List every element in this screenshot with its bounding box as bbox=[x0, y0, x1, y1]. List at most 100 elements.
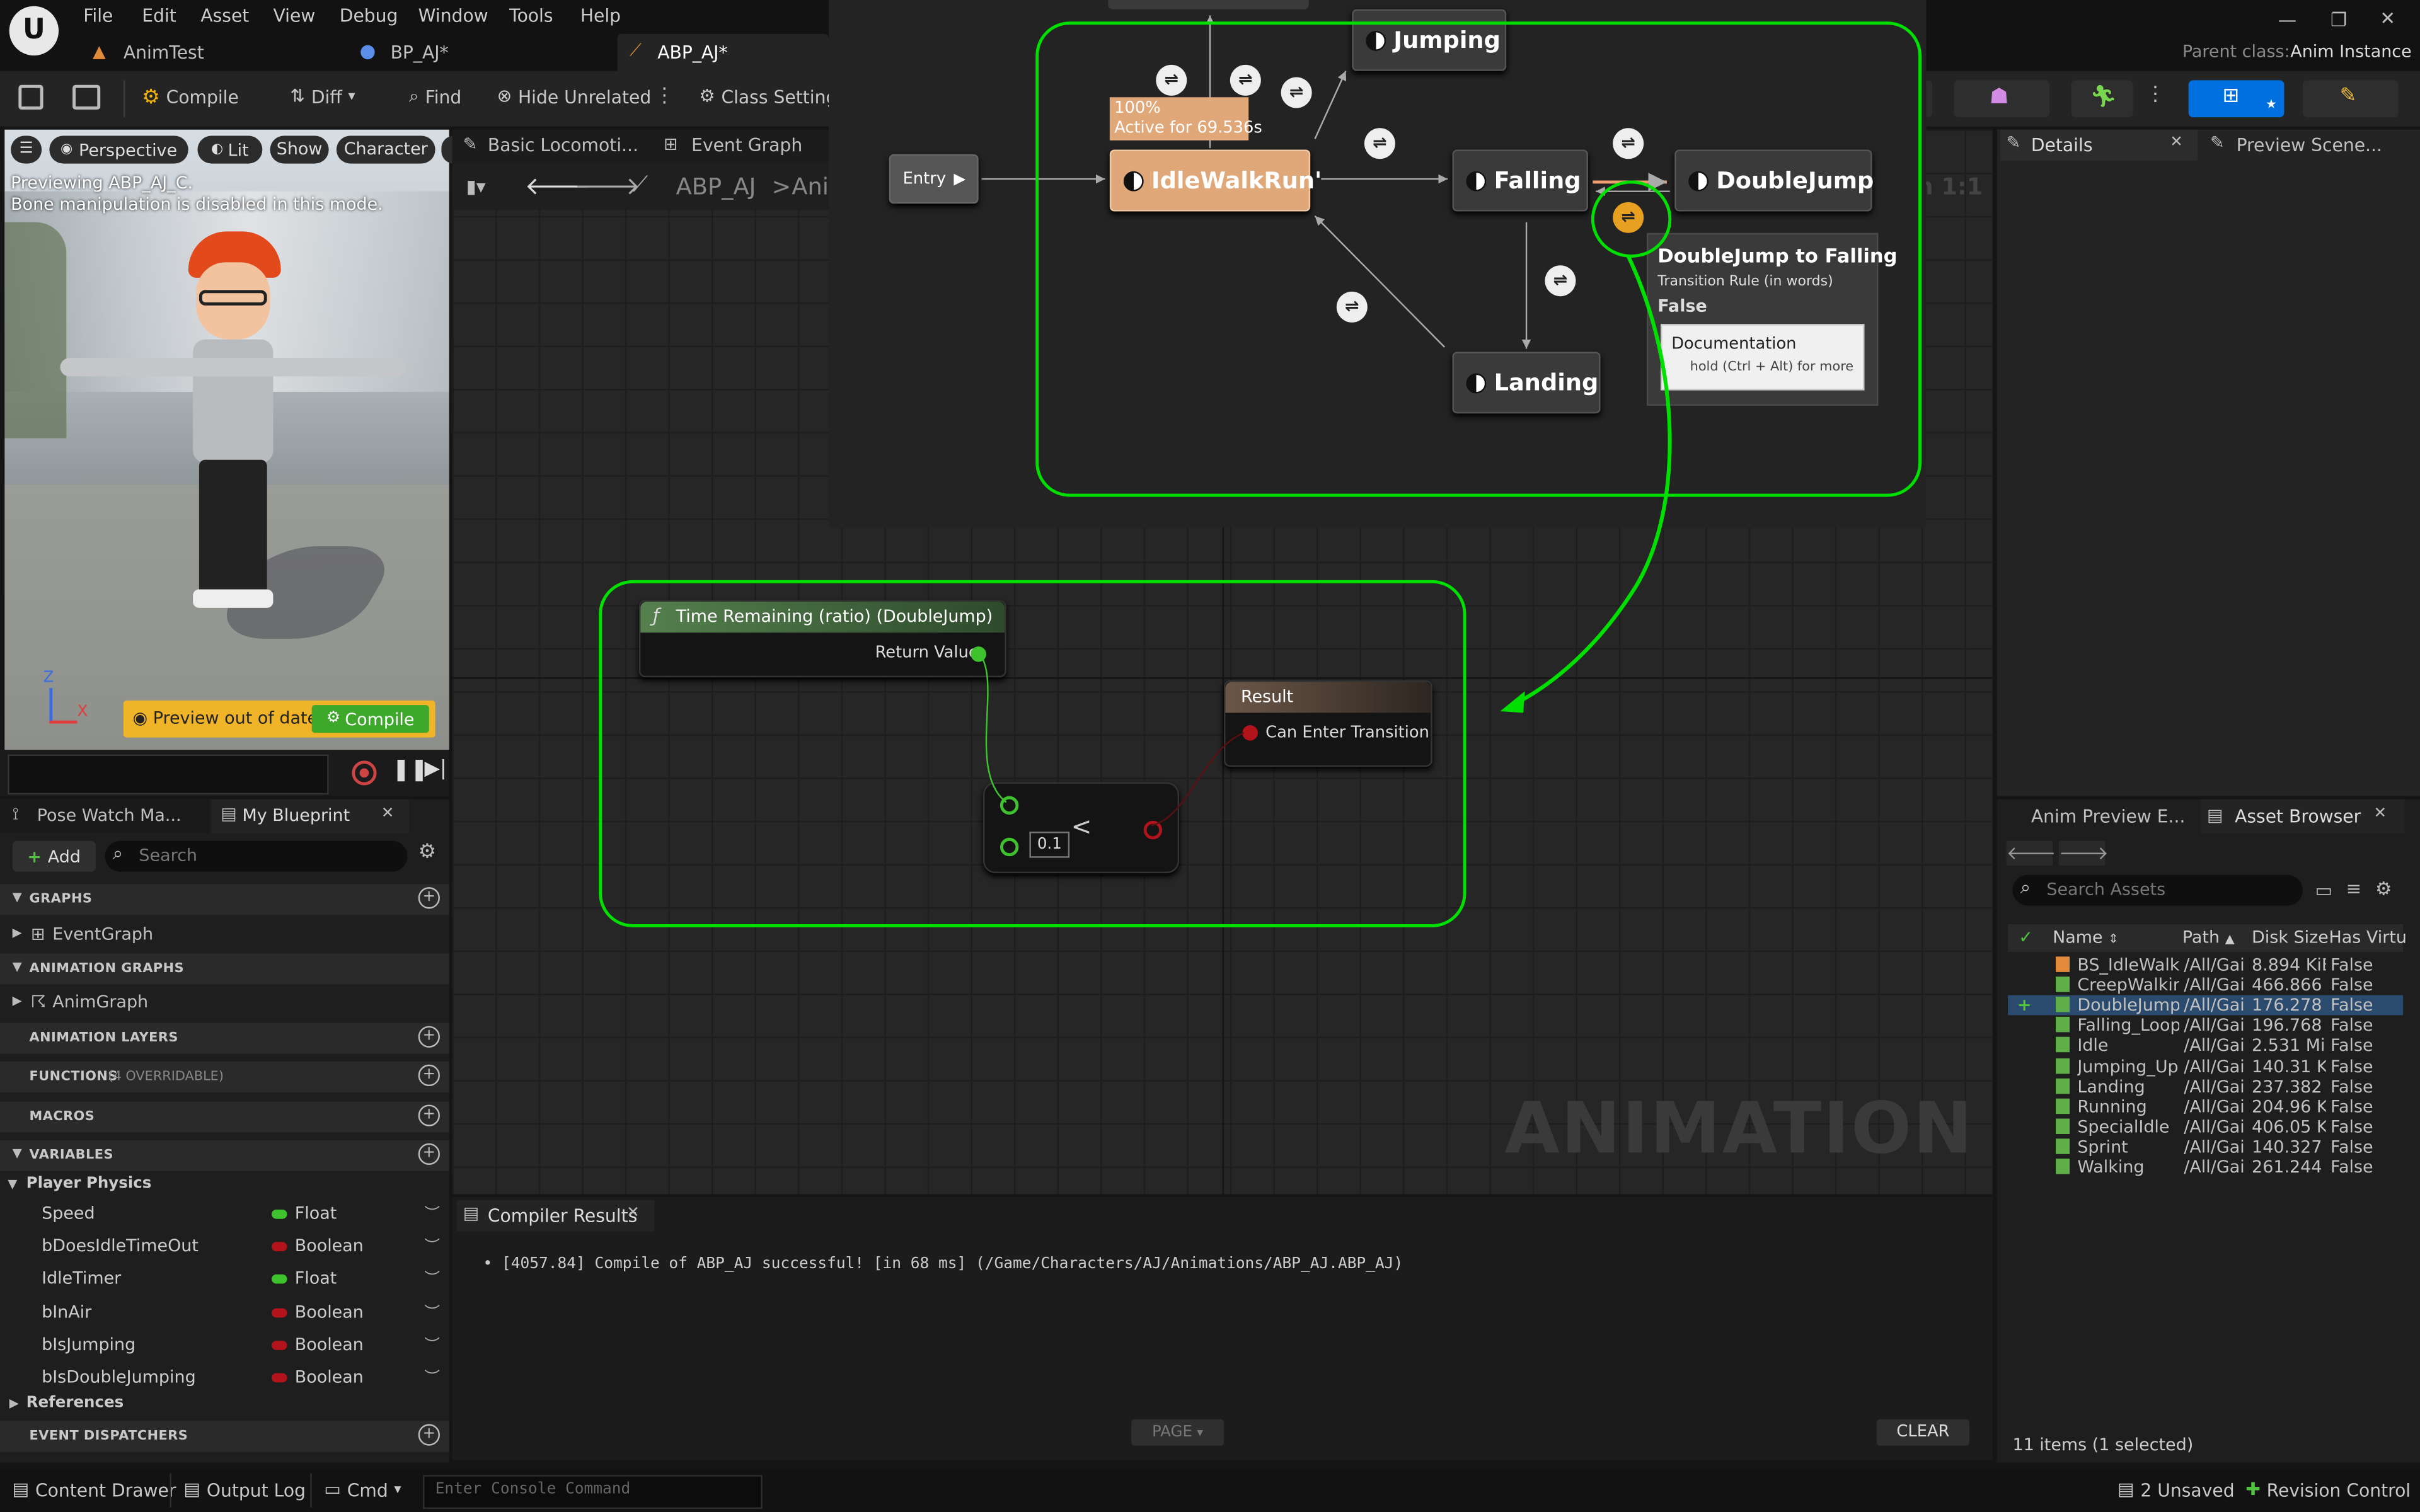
content-drawer-button[interactable]: ▤ Content Drawer bbox=[13, 1480, 176, 1501]
close-icon[interactable]: ✕ bbox=[2380, 8, 2395, 29]
blueprint-search-input[interactable]: ⌕ Search bbox=[105, 840, 408, 872]
result-node[interactable]: Result Can Enter Transition bbox=[1224, 680, 1432, 767]
skeleton-button[interactable]: ☗ bbox=[1954, 80, 2050, 118]
console-input[interactable]: Enter Console Command bbox=[423, 1475, 763, 1509]
tab-asset-browser[interactable]: ▤ Asset Browser ✕ bbox=[2201, 799, 2405, 833]
tab-my-blueprint-close-icon[interactable]: ✕ bbox=[381, 805, 395, 822]
compare-value-field[interactable]: 0.1 bbox=[1029, 832, 1070, 858]
timeline-scrubber[interactable] bbox=[8, 754, 329, 795]
compiler-tab-close-icon[interactable]: ✕ bbox=[626, 1205, 640, 1222]
graphs-header[interactable]: ▼ GRAPHS + bbox=[0, 884, 449, 915]
character-button[interactable]: Character bbox=[336, 135, 435, 164]
forward-arrow-icon[interactable]: 🡒 bbox=[574, 169, 640, 201]
hide-unrelated-button[interactable]: ⊗ Hide Unrelated bbox=[497, 86, 652, 108]
tab-my-blueprint[interactable]: ▤ My Blueprint ✕ bbox=[211, 799, 409, 833]
variable-row[interactable]: Speed Float ︶ bbox=[0, 1199, 447, 1231]
function-node[interactable]: ƒ Time Remaining (ratio) (DoubleJump) Re… bbox=[638, 600, 1006, 678]
browse-icon[interactable] bbox=[72, 84, 101, 110]
col-name[interactable]: Name ⇕ bbox=[2053, 927, 2118, 948]
add-macro-icon[interactable]: + bbox=[418, 1104, 440, 1126]
visibility-icon[interactable]: ︶ bbox=[424, 1233, 439, 1256]
add-variable-icon[interactable]: + bbox=[418, 1143, 440, 1165]
bookmark-icon[interactable]: ▮▾ bbox=[466, 176, 486, 197]
clear-button[interactable]: CLEAR bbox=[1876, 1419, 1969, 1446]
unsaved-indicator[interactable]: ▤ 2 Unsaved bbox=[2118, 1480, 2235, 1501]
visibility-icon[interactable]: ︶ bbox=[424, 1331, 439, 1354]
asset-row[interactable]: Idle/All/Gai 2.531 Mi False bbox=[2008, 1036, 2403, 1056]
unreal-logo[interactable]: U bbox=[9, 6, 59, 56]
variable-row[interactable]: bIsJumping Boolean ︶ bbox=[0, 1330, 447, 1362]
menu-help[interactable]: Help bbox=[580, 4, 621, 26]
settings-gear-icon[interactable]: ⚙ bbox=[418, 842, 437, 862]
viewport-menu-button[interactable]: ☰ bbox=[11, 135, 42, 164]
references-item[interactable]: ▶ References bbox=[0, 1393, 449, 1418]
menu-asset[interactable]: Asset bbox=[200, 4, 249, 26]
asset-row[interactable]: Landing/All/Gai 237.382 False bbox=[2008, 1076, 2403, 1096]
tab-asset-browser-close-icon[interactable]: ✕ bbox=[2374, 805, 2387, 822]
compare-input-pin-b[interactable] bbox=[1000, 837, 1019, 857]
class-settings-button[interactable]: ⚙ Class Setting bbox=[699, 86, 837, 108]
macros-header[interactable]: MACROS + bbox=[0, 1101, 449, 1133]
add-layer-icon[interactable]: + bbox=[418, 1026, 440, 1048]
dispatchers-header[interactable]: EVENT DISPATCHERS + bbox=[0, 1421, 449, 1452]
breadcrumb-child[interactable]: Ani bbox=[792, 173, 829, 200]
asset-row[interactable]: CreepWalking/All/Gai 466.866 False bbox=[2008, 975, 2403, 995]
visibility-icon[interactable]: ︶ bbox=[424, 1364, 439, 1387]
variables-header[interactable]: ▼ VARIABLES + bbox=[0, 1140, 449, 1171]
player-physics-category[interactable]: ▼ Player Physics bbox=[0, 1174, 449, 1199]
tab-details-close-icon[interactable]: ✕ bbox=[2170, 134, 2183, 151]
variable-row[interactable]: IdleTimer Float ︶ bbox=[0, 1264, 447, 1297]
menu-view[interactable]: View bbox=[273, 4, 315, 26]
anim-graphs-header[interactable]: ▼ ANIMATION GRAPHS bbox=[0, 953, 449, 985]
step-forward-icon[interactable]: ▶| bbox=[424, 759, 446, 779]
tab-abp-aj[interactable]: ⟋ ABP_AJ* bbox=[617, 33, 829, 71]
find-button[interactable]: ⌕ Find bbox=[409, 86, 461, 108]
tab-anim-preview[interactable]: Anim Preview E... bbox=[2000, 799, 2198, 833]
revision-control-button[interactable]: ✚ Revision Control bbox=[2245, 1480, 2411, 1501]
diff-button[interactable]: ⇅ Diff ▾ bbox=[290, 86, 355, 108]
tab-basic-locomotion[interactable]: ✎ Basic Locomoti... bbox=[457, 133, 652, 161]
page-button[interactable]: PAGE ▾ bbox=[1131, 1419, 1224, 1446]
lit-button[interactable]: ◐ Lit bbox=[197, 135, 263, 164]
asset-forward-button[interactable]: 🡒 bbox=[2058, 840, 2109, 866]
tab-event-graph[interactable]: ⊞ Event Graph bbox=[664, 133, 818, 161]
asset-row[interactable]: Sprint/All/Gai 140.327 False bbox=[2008, 1137, 2403, 1157]
anim-graph-item[interactable]: ▶ ☈ AnimGraph bbox=[0, 989, 449, 1017]
tab-bp-aj[interactable]: ● BP_AJ* bbox=[347, 37, 609, 71]
blueprint-mode-button[interactable]: ⊞ ★ bbox=[2188, 80, 2285, 118]
variable-row[interactable]: bInAir Boolean ︶ bbox=[0, 1297, 447, 1329]
select-all-icon[interactable]: ✓ bbox=[2019, 927, 2033, 948]
anim-layers-header[interactable]: ANIMATION LAYERS + bbox=[0, 1022, 449, 1054]
perspective-button[interactable]: ◉ Perspective bbox=[49, 135, 188, 164]
animation-mode-button[interactable]: 🏃︎ bbox=[2071, 80, 2133, 118]
add-graph-icon[interactable]: + bbox=[418, 887, 440, 909]
filter-icon[interactable]: ≡ bbox=[2346, 878, 2361, 899]
variable-row[interactable]: bDoesIdleTimeOut Boolean ︶ bbox=[0, 1232, 447, 1264]
col-virtual[interactable]: Has Virtu bbox=[2329, 927, 2407, 948]
folder-icon[interactable]: ▭ bbox=[2315, 879, 2332, 901]
compile-button[interactable]: ⚙ Compile bbox=[142, 86, 239, 108]
add-function-icon[interactable]: + bbox=[418, 1064, 440, 1087]
menu-edit[interactable]: Edit bbox=[142, 4, 176, 26]
asset-back-button[interactable]: 🡐 bbox=[2006, 840, 2056, 866]
entry-node[interactable]: Entry ▶ bbox=[889, 154, 979, 204]
asset-row[interactable]: Running/All/Gai 204.96 K False bbox=[2008, 1096, 2403, 1116]
minimize-icon[interactable]: — bbox=[2278, 9, 2296, 31]
visibility-icon[interactable]: ︶ bbox=[424, 1298, 439, 1322]
parent-class-value[interactable]: Anim Instance bbox=[2290, 42, 2411, 62]
menu-tools[interactable]: Tools bbox=[509, 4, 553, 26]
col-path[interactable]: Path ▲ bbox=[2182, 927, 2235, 948]
more-options-icon[interactable]: ⋮ bbox=[654, 86, 674, 106]
show-button[interactable]: Show bbox=[270, 135, 329, 164]
asset-row[interactable]: BS_IdleWalkI/All/Gai 8.894 KiE False bbox=[2008, 955, 2403, 975]
tab-preview-scene[interactable]: ✎ Preview Scene... bbox=[2204, 130, 2404, 161]
variable-row[interactable]: bIsDoubleJumping Boolean ︶ bbox=[0, 1362, 447, 1394]
add-dispatcher-icon[interactable]: + bbox=[418, 1424, 440, 1446]
more-modes-icon[interactable]: ⋮ bbox=[2145, 85, 2165, 105]
menu-debug[interactable]: Debug bbox=[340, 4, 398, 26]
save-icon[interactable] bbox=[18, 84, 43, 110]
visibility-icon[interactable]: ︶ bbox=[424, 1266, 439, 1289]
compiler-tab[interactable]: ▤ Compiler Results ✕ bbox=[456, 1200, 655, 1232]
record-button[interactable] bbox=[352, 760, 377, 786]
asset-row[interactable]: Falling_Loop/All/Gai 196.768 False bbox=[2008, 1016, 2403, 1036]
